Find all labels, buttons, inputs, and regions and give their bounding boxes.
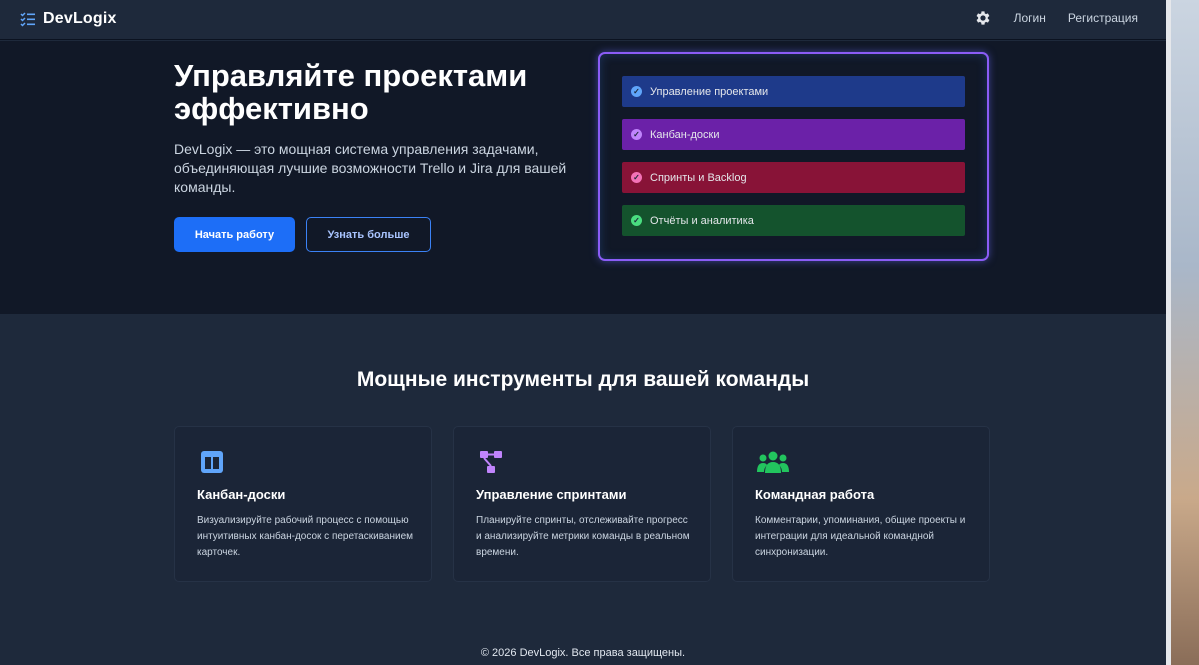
tasks-list-icon (20, 12, 35, 27)
panel-item-kanban: ✓ Канбан-доски (622, 119, 965, 150)
hero-description: DevLogix — это мощная система управления… (174, 141, 567, 195)
check-circle-icon: ✓ (631, 215, 642, 226)
learn-more-button[interactable]: Узнать больше (306, 217, 431, 252)
panel-item-projects: ✓ Управление проектами (622, 76, 965, 107)
check-circle-icon: ✓ (631, 129, 642, 140)
users-icon (757, 451, 789, 473)
features-title: Мощные инструменты для вашей команды (356, 368, 810, 391)
hero-title: Управляйте проектами эффективно (174, 58, 528, 126)
check-circle-icon: ✓ (631, 86, 642, 97)
card-text: Комментарии, упоминания, общие проекты и… (755, 515, 966, 558)
feature-card-sprints: Управление спринтами Планируйте спринты,… (453, 426, 711, 582)
gear-icon[interactable] (974, 9, 992, 27)
check-circle-icon: ✓ (631, 172, 642, 183)
navbar: DevLogix Логин Регистрация (0, 0, 1166, 40)
panel-item-sprints: ✓ Спринты и Backlog (622, 162, 965, 193)
panel-item-label: Спринты и Backlog (650, 171, 747, 184)
login-link[interactable]: Логин (1014, 11, 1046, 25)
card-title: Командная работа (755, 487, 875, 502)
sitemap-icon (480, 451, 502, 473)
brand-name: DevLogix (43, 10, 117, 27)
feature-card-team: Командная работа Комментарии, упоминания… (732, 426, 990, 582)
card-title: Канбан-доски (197, 487, 286, 502)
card-text: Планируйте спринты, отслеживайте прогрес… (476, 515, 690, 558)
start-button[interactable]: Начать работу (174, 217, 295, 252)
hero-section: Управляйте проектами эффективно DevLogix… (0, 41, 1166, 314)
footer-copyright: © 2026 DevLogix. Все права защищены. (480, 647, 686, 659)
card-text: Визуализируйте рабочий процесс с помощью… (197, 515, 414, 558)
nav-right: Логин Регистрация (974, 9, 1138, 27)
feature-panel: ✓ Управление проектами ✓ Канбан-доски ✓ … (598, 52, 989, 261)
panel-item-label: Управление проектами (650, 85, 769, 98)
register-link[interactable]: Регистрация (1068, 11, 1138, 25)
panel-item-reports: ✓ Отчёты и аналитика (622, 205, 965, 236)
page: DevLogix Логин Регистрация Управляйте пр… (0, 0, 1166, 665)
desktop-background-strip (1166, 0, 1199, 665)
feature-card-kanban: Канбан-доски Визуализируйте рабочий проц… (174, 426, 432, 582)
brand[interactable]: DevLogix (20, 10, 117, 28)
panel-item-label: Канбан-доски (650, 128, 720, 141)
card-title: Управление спринтами (476, 487, 627, 502)
panel-item-label: Отчёты и аналитика (650, 214, 754, 227)
columns-icon (201, 451, 223, 473)
